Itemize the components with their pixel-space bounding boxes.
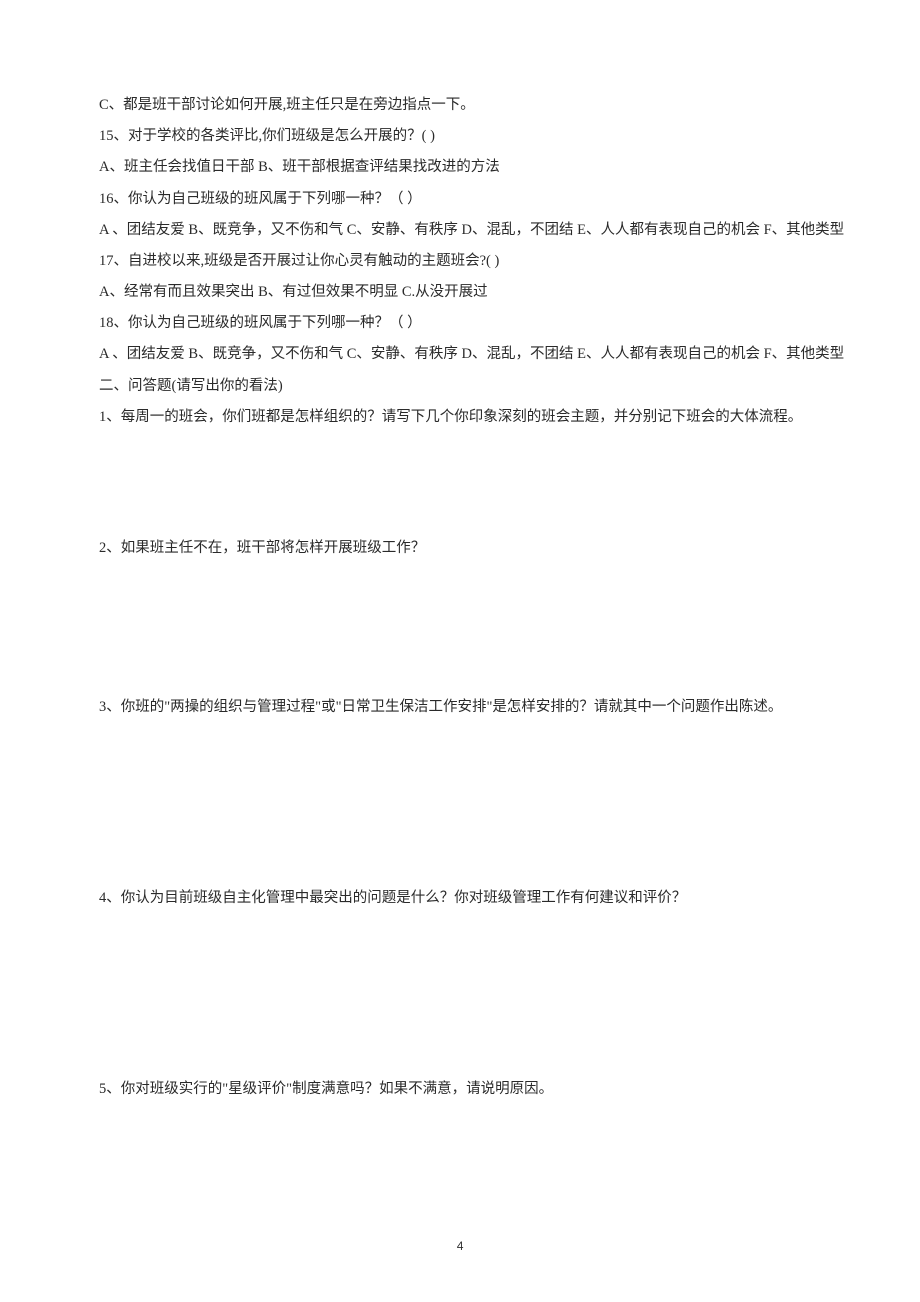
answer-space-1: [70, 433, 850, 533]
question-18: 18、你认为自己班级的班风属于下列哪一种？（ ）: [70, 308, 850, 339]
answer-space-4: [70, 914, 850, 1074]
question-16: 16、你认为自己班级的班风属于下列哪一种？（ ）: [70, 184, 850, 215]
question-16-options: A 、团结友爱 B、既竞争，又不伤和气 C、安静、有秩序 D、混乱，不团结 E、…: [70, 215, 850, 246]
question-15-options: A、班主任会找值日干部 B、班干部根据查评结果找改进的方法: [70, 152, 850, 183]
essay-q1: 1、每周一的班会，你们班都是怎样组织的？请写下几个你印象深刻的班会主题，并分别记…: [70, 402, 850, 433]
page-number: 4: [0, 1233, 920, 1261]
essay-q3: 3、你班的"两操的组织与管理过程"或"日常卫生保洁工作安排"是怎样安排的？请就其…: [70, 692, 850, 723]
document-page: C、都是班干部讨论如何开展,班主任只是在旁边指点一下。 15、对于学校的各类评比…: [0, 0, 920, 1302]
essay-q4: 4、你认为目前班级自主化管理中最突出的问题是什么？你对班级管理工作有何建议和评价…: [70, 883, 850, 914]
question-18-options: A 、团结友爱 B、既竞争，又不伤和气 C、安静、有秩序 D、混乱，不团结 E、…: [70, 339, 850, 370]
question-17: 17、自进校以来,班级是否开展过让你心灵有触动的主题班会?( ): [70, 246, 850, 277]
essay-q2: 2、如果班主任不在，班干部将怎样开展班级工作？: [70, 533, 850, 564]
question-15: 15、对于学校的各类评比,你们班级是怎么开展的？( ): [70, 121, 850, 152]
section-2-title: 二、问答题(请写出你的看法): [70, 371, 850, 402]
question-17-options: A、经常有而且效果突出 B、有过但效果不明显 C.从没开展过: [70, 277, 850, 308]
option-c-q-prev: C、都是班干部讨论如何开展,班主任只是在旁边指点一下。: [70, 90, 850, 121]
answer-space-3: [70, 723, 850, 883]
answer-space-2: [70, 564, 850, 692]
essay-q5: 5、你对班级实行的"星级评价"制度满意吗？如果不满意，请说明原因。: [70, 1074, 850, 1105]
